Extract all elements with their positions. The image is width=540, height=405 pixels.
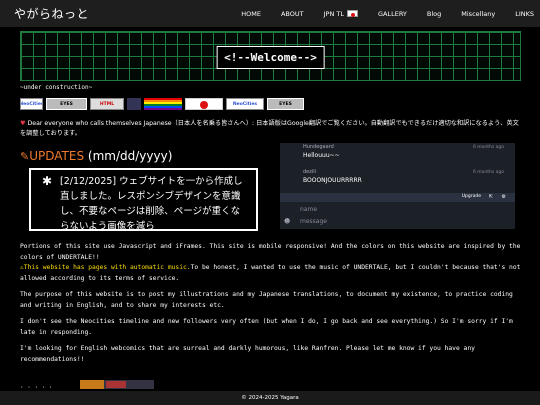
rainbow-flag-button[interactable] xyxy=(144,98,182,110)
chat-name-input[interactable]: name xyxy=(300,206,317,213)
external-link-icon[interactable]: ⇱ xyxy=(489,194,493,200)
purpose-paragraph: The purpose of this website is to post m… xyxy=(20,291,513,309)
nav-link-jpn-tl-label: JPN TL xyxy=(323,9,344,18)
updates-heading: ✎UPDATES (mm/dd/yyyy) xyxy=(20,148,172,165)
chat-message: dezili BOOONJOUURRRRR xyxy=(303,169,362,184)
eyes-button-2[interactable]: EYES xyxy=(267,98,304,110)
nav-links: HOME ABOUT JPN TL GALLERY Blog Miscellan… xyxy=(221,0,534,27)
update-item-text: [2/12/2025] ウェブサイトを一から作成し直しました。レスポンシブデザイ… xyxy=(60,176,243,231)
nav-link-jpn-tl[interactable]: JPN TL xyxy=(324,10,358,18)
chat-message-author: Hundegaard xyxy=(303,144,334,150)
settings-icon[interactable]: ⚙ xyxy=(502,194,506,200)
footer: © 2024-2025 Yagara xyxy=(0,391,540,405)
chat-message-time: 6 months ago xyxy=(472,170,504,175)
pencil-icon: ✎ xyxy=(20,150,30,163)
chat-message-text: Hellouuu~~ xyxy=(303,152,340,159)
small-site-button[interactable] xyxy=(127,98,141,110)
notice-text: Dear everyone who calls themselves Japan… xyxy=(20,120,519,137)
under-construction-text: ~under construction~ xyxy=(20,84,93,91)
eyes-button[interactable]: EYES xyxy=(46,98,87,110)
heart-icon: ♥ xyxy=(20,120,26,127)
update-item: ✱ [2/12/2025] ウェブサイトを一から作成し直しました。レスポンシブデ… xyxy=(42,174,248,231)
neocities-button[interactable]: NeoCities xyxy=(20,98,43,110)
updates-date-format: (mm/dd/yyyy) xyxy=(87,149,173,163)
site-buttons-row: NeoCities EYES HTML NeoCities EYES xyxy=(20,98,304,110)
webcomics-paragraph: I'm looking for English webcomics that a… xyxy=(20,345,475,363)
chat-message-author: dezili xyxy=(303,169,317,175)
bottom-button-b[interactable] xyxy=(106,381,126,388)
nav-link-gallery[interactable]: GALLERY xyxy=(378,10,407,18)
chat-message-input[interactable]: message xyxy=(300,218,327,225)
welcome-title: <!--Welcome--> xyxy=(216,46,325,69)
site-logo[interactable]: やがらねっと xyxy=(14,5,89,22)
updates-box[interactable]: ✱ [2/12/2025] ウェブサイトを一から作成し直しました。レスポンシブデ… xyxy=(29,168,258,231)
intro-paragraph: Portions of this site use Javascript and… xyxy=(20,242,525,284)
intro-text: Portions of this site use Javascript and… xyxy=(20,243,521,261)
neocities-button-2[interactable]: NeoCities xyxy=(226,98,264,110)
html-button[interactable]: HTML xyxy=(90,98,124,110)
chat-widget: Hundegaard Hellouuu~~ 6 months ago dezil… xyxy=(280,143,515,229)
auto-music-warning: ⚠This website has pages with automatic m… xyxy=(20,264,191,271)
bottom-button-strip[interactable] xyxy=(80,380,154,389)
neocities-paragraph: I don't see the Neocities timeline and n… xyxy=(20,318,513,336)
nav-link-miscellany[interactable]: Miscellany xyxy=(461,10,495,18)
japanese-notice: ♥ Dear everyone who calls themselves Jap… xyxy=(20,119,525,139)
nav-link-home[interactable]: HOME xyxy=(241,10,261,18)
updates-title: UPDATES xyxy=(29,149,85,163)
japan-flag-button[interactable] xyxy=(185,98,223,110)
top-navbar: やがらねっと HOME ABOUT JPN TL GALLERY Blog Mi… xyxy=(0,0,540,27)
bullet-icon: ✱ xyxy=(42,174,53,188)
nav-link-links[interactable]: LINKS xyxy=(515,10,534,18)
chat-message-text: BOOONJOUURRRRR xyxy=(303,177,362,184)
chat-message-time: 6 months ago xyxy=(472,145,504,150)
bottom-partial-text: · · · · · xyxy=(20,384,53,391)
chat-message-row: ☻ message xyxy=(280,215,515,228)
nav-link-blog[interactable]: Blog xyxy=(427,10,441,18)
emoji-icon[interactable]: ☻ xyxy=(284,218,290,225)
nav-link-about[interactable]: ABOUT xyxy=(281,10,304,18)
japan-flag-icon xyxy=(346,10,358,17)
welcome-banner: <!--Welcome--> xyxy=(20,31,521,81)
bottom-button-a[interactable] xyxy=(80,380,104,389)
chat-message: Hundegaard Hellouuu~~ xyxy=(303,144,340,159)
chat-toolbar: Upgrade ⇱ ⚙ xyxy=(280,193,515,202)
upgrade-link[interactable]: Upgrade xyxy=(462,194,481,199)
